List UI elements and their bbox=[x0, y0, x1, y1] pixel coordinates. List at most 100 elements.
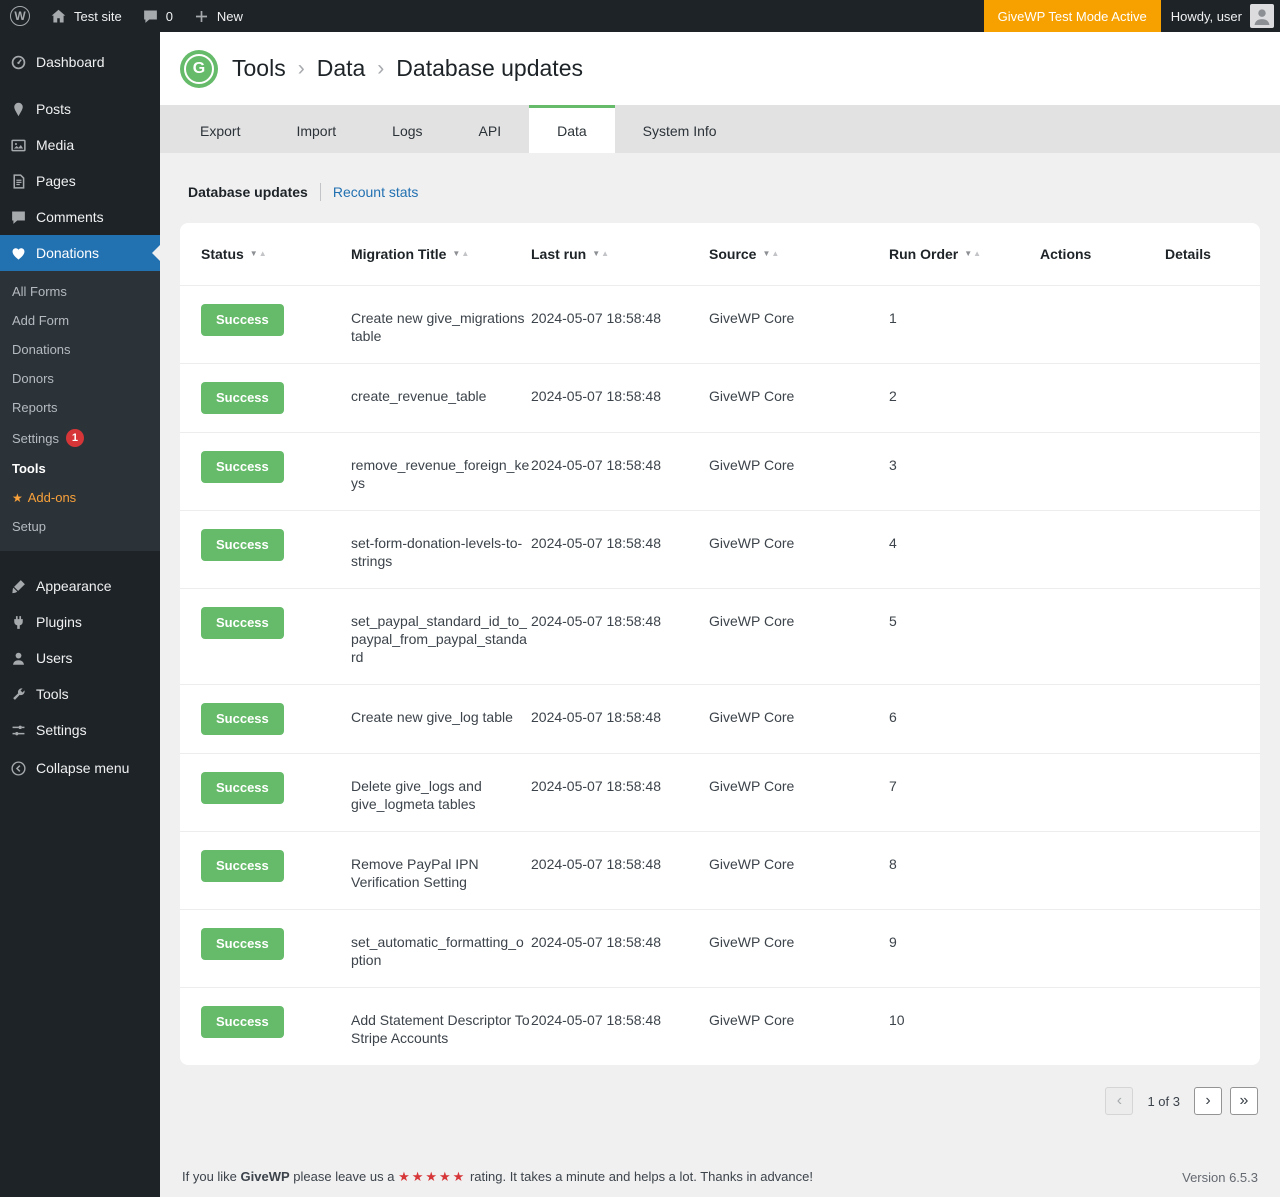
column-header-run-order[interactable]: Run Order ▼▲ bbox=[889, 246, 1040, 262]
collapse-menu-button[interactable]: Collapse menu bbox=[0, 750, 160, 786]
migration-row: Successcreate_revenue_table2024-05-07 18… bbox=[180, 363, 1260, 432]
tab-system-info[interactable]: System Info bbox=[615, 105, 745, 153]
tab-api[interactable]: API bbox=[451, 105, 530, 153]
table-header-row: Status▼▲Migration Title▼▲Last run▼▲Sourc… bbox=[180, 223, 1260, 285]
sidebar-subitem-tools[interactable]: Tools bbox=[0, 454, 160, 483]
sidebar-subitem-settings[interactable]: Settings1 bbox=[0, 422, 160, 454]
breadcrumb-current-page: Database updates bbox=[396, 55, 583, 82]
sidebar-subitem-donations[interactable]: Donations bbox=[0, 335, 160, 364]
sort-desc-icon: ▼ bbox=[592, 250, 600, 258]
column-header-last-run[interactable]: Last run▼▲ bbox=[531, 246, 709, 262]
recount-stats-link[interactable]: Recount stats bbox=[333, 184, 419, 200]
sort-icons[interactable]: ▼▲ bbox=[592, 250, 609, 258]
account-menu[interactable]: Howdy, user bbox=[1161, 0, 1280, 32]
sidebar-item-pages[interactable]: Pages bbox=[0, 163, 160, 199]
subnav: Database updates Recount stats bbox=[160, 153, 1280, 201]
migration-title-cell: create_revenue_table bbox=[351, 382, 531, 405]
tab-import[interactable]: Import bbox=[268, 105, 364, 153]
sidebar-item-comments[interactable]: Comments bbox=[0, 199, 160, 235]
source-cell: GiveWP Core bbox=[709, 451, 889, 474]
new-content-link[interactable]: New bbox=[183, 0, 253, 32]
sidebar-subitem-all-forms[interactable]: All Forms bbox=[0, 277, 160, 306]
wordpress-logo-menu[interactable]: W bbox=[0, 0, 40, 32]
migration-row: Successset_automatic_formatting_option20… bbox=[180, 909, 1260, 987]
sidebar-subitem-label: Setup bbox=[12, 519, 46, 534]
sort-icons[interactable]: ▼▲ bbox=[250, 250, 267, 258]
page-header: G Tools › Data › Database updates bbox=[160, 32, 1280, 105]
breadcrumb-data[interactable]: Data bbox=[317, 55, 366, 82]
plugins-icon bbox=[8, 612, 28, 632]
rating-text: If you like GiveWP please leave us a ★★★… bbox=[182, 1169, 813, 1185]
details-cell bbox=[1165, 607, 1239, 612]
pages-icon bbox=[8, 171, 28, 191]
footer: If you like GiveWP please leave us a ★★★… bbox=[160, 1169, 1280, 1197]
sidebar-item-posts[interactable]: Posts bbox=[0, 91, 160, 127]
migration-title-cell: Remove PayPal IPN Verification Setting bbox=[351, 850, 531, 891]
last-page-button[interactable]: » bbox=[1230, 1087, 1258, 1115]
sort-icons[interactable]: ▼▲ bbox=[762, 250, 779, 258]
sort-icons[interactable]: ▼▲ bbox=[964, 250, 981, 258]
breadcrumb: Tools › Data › Database updates bbox=[232, 55, 583, 82]
column-header-status[interactable]: Status ▼▲ bbox=[201, 246, 351, 262]
column-label: Status bbox=[201, 246, 244, 262]
sidebar-subitem-reports[interactable]: Reports bbox=[0, 393, 160, 422]
sidebar-item-dashboard[interactable]: Dashboard bbox=[0, 44, 160, 80]
breadcrumb-tools[interactable]: Tools bbox=[232, 55, 286, 82]
comments-icon bbox=[8, 207, 28, 227]
source-cell: GiveWP Core bbox=[709, 928, 889, 951]
column-label: Run Order bbox=[889, 246, 958, 262]
tab-logs[interactable]: Logs bbox=[364, 105, 450, 153]
column-header-source[interactable]: Source▼▲ bbox=[709, 246, 889, 262]
tab-data[interactable]: Data bbox=[529, 105, 615, 153]
sidebar-subitem-setup[interactable]: Setup bbox=[0, 512, 160, 541]
status-badge: Success bbox=[201, 928, 284, 960]
comments-link[interactable]: 0 bbox=[132, 0, 183, 32]
sort-desc-icon: ▼ bbox=[762, 250, 770, 258]
run-order-cell: 2 bbox=[889, 382, 1040, 405]
migration-title-cell: Create new give_migrations table bbox=[351, 304, 531, 345]
migration-title-cell: set_paypal_standard_id_to_paypal_from_pa… bbox=[351, 607, 531, 666]
donations-icon bbox=[8, 243, 28, 263]
column-header-migration-title[interactable]: Migration Title▼▲ bbox=[351, 246, 531, 262]
details-cell bbox=[1165, 451, 1239, 456]
actions-cell bbox=[1040, 382, 1165, 387]
sort-icons[interactable]: ▼▲ bbox=[452, 250, 469, 258]
sidebar-item-label: Plugins bbox=[36, 614, 82, 630]
sidebar-item-plugins[interactable]: Plugins bbox=[0, 604, 160, 640]
sidebar-subitem-label: Settings bbox=[12, 431, 59, 446]
site-name-link[interactable]: Test site bbox=[40, 0, 132, 32]
sidebar-subitem-add-form[interactable]: Add Form bbox=[0, 306, 160, 335]
migration-row: SuccessCreate new give_log table2024-05-… bbox=[180, 684, 1260, 753]
sidebar-item-users[interactable]: Users bbox=[0, 640, 160, 676]
stars-rating-link[interactable]: ★★★★★ bbox=[398, 1169, 466, 1184]
run-order-cell: 7 bbox=[889, 772, 1040, 795]
sidebar-subitem-donors[interactable]: Donors bbox=[0, 364, 160, 393]
column-header-actions: Actions bbox=[1040, 246, 1165, 262]
details-cell bbox=[1165, 850, 1239, 855]
sidebar-item-appearance[interactable]: Appearance bbox=[0, 568, 160, 604]
next-page-button[interactable]: › bbox=[1194, 1087, 1222, 1115]
last-run-cell: 2024-05-07 18:58:48 bbox=[531, 451, 709, 474]
status-badge: Success bbox=[201, 382, 284, 414]
prev-page-button[interactable]: ‹ bbox=[1105, 1087, 1133, 1115]
source-cell: GiveWP Core bbox=[709, 382, 889, 405]
sidebar-subitem-add-ons[interactable]: ★Add-ons bbox=[0, 483, 160, 512]
sidebar-item-settings[interactable]: Settings bbox=[0, 712, 160, 748]
sidebar-subitem-label: Reports bbox=[12, 400, 58, 415]
sidebar-item-tools[interactable]: Tools bbox=[0, 676, 160, 712]
brand-name: GiveWP bbox=[241, 1169, 290, 1184]
actions-cell bbox=[1040, 703, 1165, 708]
details-cell bbox=[1165, 1006, 1239, 1011]
actions-cell bbox=[1040, 529, 1165, 534]
tab-export[interactable]: Export bbox=[172, 105, 268, 153]
test-mode-banner[interactable]: GiveWP Test Mode Active bbox=[984, 0, 1161, 32]
comments-bubble-icon bbox=[142, 8, 159, 25]
column-label: Details bbox=[1165, 246, 1211, 262]
migration-title-cell: remove_revenue_foreign_keys bbox=[351, 451, 531, 492]
breadcrumb-separator-icon: › bbox=[377, 57, 384, 81]
sidebar-item-media[interactable]: Media bbox=[0, 127, 160, 163]
rating-text-prefix: If you like bbox=[182, 1169, 241, 1184]
last-run-cell: 2024-05-07 18:58:48 bbox=[531, 850, 709, 873]
source-cell: GiveWP Core bbox=[709, 607, 889, 630]
sidebar-item-donations[interactable]: Donations bbox=[0, 235, 160, 271]
